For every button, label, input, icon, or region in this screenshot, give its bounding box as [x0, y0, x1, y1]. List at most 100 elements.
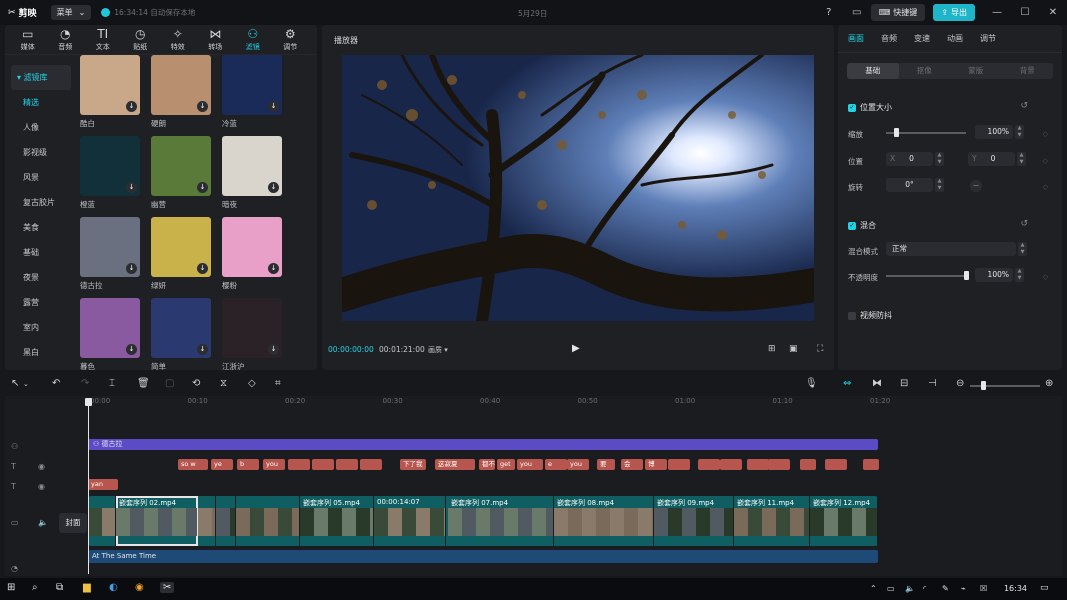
caption-clip[interactable] [668, 459, 690, 470]
download-icon[interactable]: ↓ [268, 101, 279, 112]
property-tab[interactable]: 音频 [881, 33, 897, 44]
caption-clip[interactable]: so w [178, 459, 208, 470]
tool-text[interactable]: TI 文本 [84, 27, 122, 54]
redo-icon[interactable]: ↷ [81, 378, 89, 389]
keyframe-icon[interactable]: ◇ [1043, 157, 1048, 165]
filter-tile[interactable]: ↓ 德古拉 [80, 217, 140, 299]
zoom-slider-knob[interactable] [981, 381, 986, 390]
caption-clip[interactable]: 博 [645, 459, 667, 470]
menu-button[interactable]: 菜单 ⌄ [50, 5, 92, 20]
quality-dropdown[interactable]: 画质 ▾ [428, 345, 448, 355]
opacity-slider[interactable] [886, 275, 966, 277]
filter-tile[interactable]: ↓ 樱粉 [222, 217, 282, 299]
wifi-icon[interactable]: ◜ [923, 584, 926, 593]
blend-mode-select[interactable]: 正常 [886, 242, 1016, 256]
y-stepper[interactable]: ▲ ▼ [1017, 152, 1026, 166]
caption-clip[interactable] [360, 459, 382, 470]
rotate-stepper[interactable]: ▲ ▼ [935, 178, 944, 192]
scale-slider-knob[interactable] [893, 128, 899, 137]
download-icon[interactable]: ↓ [268, 182, 279, 193]
split-view-icon[interactable]: ⊣ [928, 378, 937, 389]
download-icon[interactable]: ↓ [126, 101, 137, 112]
video-clip[interactable] [236, 496, 300, 546]
filter-tile[interactable]: ↓ 暮色 [80, 298, 140, 370]
microphone-icon[interactable]: 🎙 [805, 378, 818, 389]
property-subtab[interactable]: 基础 [847, 63, 899, 79]
filter-category[interactable]: 影视级 [11, 140, 71, 165]
capcut-taskbar-icon[interactable]: ✂ [160, 582, 175, 593]
eye-icon[interactable]: ◉ [38, 482, 45, 491]
caption-clip[interactable] [825, 459, 847, 470]
caption-clip[interactable] [720, 459, 742, 470]
filter-tile[interactable]: ↓ 暗夜 [222, 136, 282, 218]
close-icon[interactable]: ✕ [1039, 7, 1067, 18]
opacity-value[interactable]: 100% [975, 268, 1013, 282]
maximize-icon[interactable]: ☐ [1011, 7, 1039, 18]
caption-clip[interactable]: b [237, 459, 259, 470]
file-explorer-icon[interactable]: ▆ [83, 582, 91, 593]
caption-clip[interactable]: you [517, 459, 543, 470]
undo-icon[interactable]: ↶ [52, 378, 60, 389]
crop-icon[interactable]: ⌗ [275, 378, 281, 389]
video-clip[interactable]: 00:00:14:07 [374, 496, 446, 546]
video-clip[interactable]: 嵌套序列 12.mp4 [810, 496, 878, 546]
audio-clip[interactable]: At The Same Time [88, 550, 878, 563]
shortcut-button[interactable]: ⌨ 快捷键 [870, 4, 926, 21]
stabilize-section[interactable]: 视频防抖 [848, 310, 892, 321]
caption-clip[interactable]: 会 [621, 459, 643, 470]
time-ruler[interactable]: 00:00 00:10 00:20 00:30 00:40 00:50 01:00 01:10… [88, 396, 1062, 408]
task-view-icon[interactable]: ⧉ [56, 582, 63, 593]
filter-category[interactable]: 室内 [11, 315, 71, 340]
mirror-icon[interactable]: ⧖ [220, 378, 227, 389]
text-clip[interactable]: yan [88, 479, 118, 490]
filter-tile[interactable]: ↓ 绿妍 [151, 217, 211, 299]
eye-icon[interactable]: ◉ [38, 462, 45, 471]
video-clip[interactable]: 嵌套序列 08.mp4 [554, 496, 654, 546]
caption-clip[interactable]: 下了我 [400, 459, 426, 470]
caption-clip[interactable] [312, 459, 334, 470]
speaker-icon[interactable]: 🔈 [38, 518, 48, 527]
filter-category[interactable]: 黑白 [11, 340, 71, 365]
filter-tile[interactable]: ↓ 冷蓝 [222, 55, 282, 137]
play-icon[interactable]: ▶ [572, 343, 580, 354]
tool-media[interactable]: ▭ 媒体 [9, 27, 47, 54]
download-icon[interactable]: ↓ [197, 344, 208, 355]
battery-icon[interactable]: ▭ [887, 584, 895, 593]
keyframe-icon[interactable]: ◇ [1043, 273, 1048, 281]
tool-effects[interactable]: ✧ 特效 [159, 27, 197, 54]
help-icon[interactable]: ? [815, 7, 843, 18]
filter-category[interactable]: 复古胶片 [11, 190, 71, 215]
minimize-icon[interactable]: — [983, 7, 1011, 18]
video-clip[interactable]: 嵌套序列 05.mp4 [300, 496, 374, 546]
download-icon[interactable]: ↓ [268, 263, 279, 274]
property-tab[interactable]: 动画 [947, 33, 963, 44]
scale-value[interactable]: 100% [975, 125, 1013, 139]
caption-clip[interactable]: you [263, 459, 285, 470]
caption-clip[interactable] [698, 459, 720, 470]
download-icon[interactable]: ↓ [197, 101, 208, 112]
chevron-down-icon[interactable]: ⌄ [23, 380, 29, 388]
zoom-out-icon[interactable]: ⊖ [956, 378, 964, 389]
pos-size-section[interactable]: ✓ 位置大小 [848, 102, 892, 113]
keyframe-icon[interactable]: ◇ [1043, 183, 1048, 191]
download-icon[interactable]: ↓ [197, 263, 208, 274]
property-subtab[interactable]: 蒙版 [950, 63, 1002, 79]
split-icon[interactable]: ⌶ [109, 378, 115, 389]
delete-icon[interactable]: 🗑 [137, 378, 150, 389]
property-tab[interactable]: 画面 [848, 33, 864, 44]
caption-clip[interactable]: you [567, 459, 589, 470]
video-clip[interactable] [88, 496, 116, 546]
rotate-value[interactable]: 0° [886, 178, 933, 192]
x-stepper[interactable]: ▲ ▼ [935, 152, 944, 166]
notification-icon[interactable]: ▭ [1040, 583, 1049, 593]
video-clip[interactable]: 嵌套序列 09.mp4 [654, 496, 734, 546]
property-tab[interactable]: 调节 [980, 33, 996, 44]
filter-category[interactable]: 精选 [11, 90, 71, 115]
filter-category[interactable]: 露营 [11, 290, 71, 315]
keyframe-icon[interactable]: ◇ [1043, 130, 1048, 138]
caption-clip[interactable] [288, 459, 310, 470]
download-icon[interactable]: ↓ [126, 263, 137, 274]
filter-tile[interactable]: ↓ 幽营 [151, 136, 211, 218]
tool-sticker[interactable]: ◷ 贴纸 [122, 27, 160, 54]
network-icon[interactable]: ⌁ [961, 584, 966, 593]
